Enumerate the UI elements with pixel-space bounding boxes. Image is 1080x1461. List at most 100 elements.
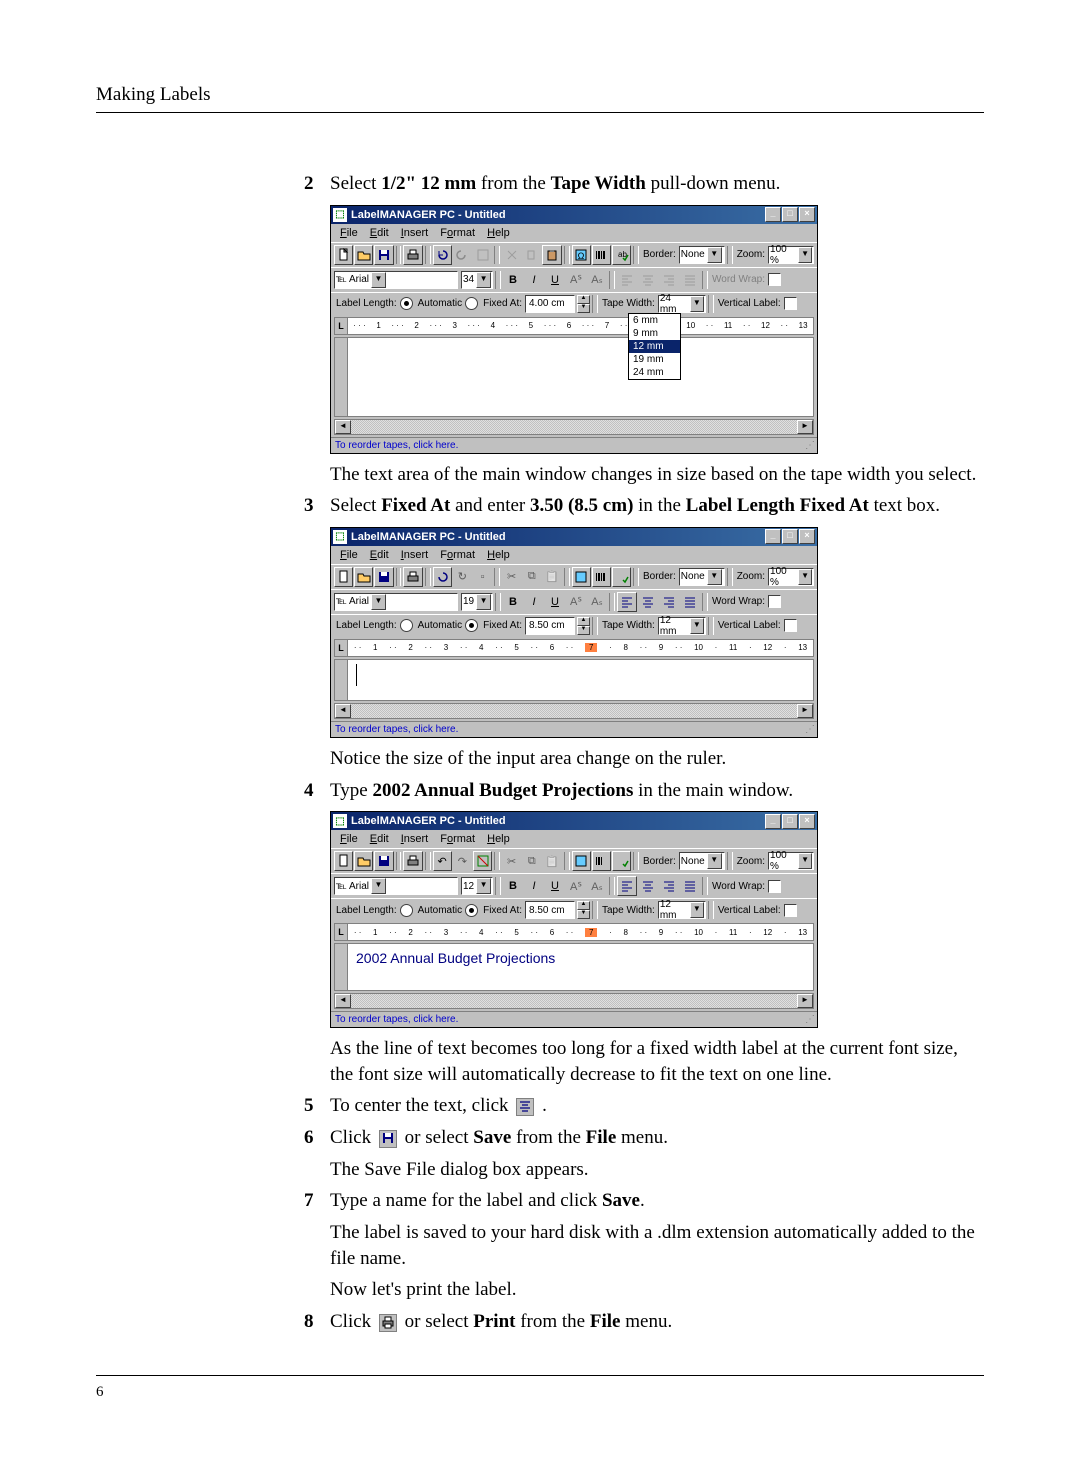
underline-button[interactable]: U <box>545 592 565 612</box>
new-icon[interactable] <box>334 245 353 265</box>
menu-file[interactable]: File <box>334 831 364 847</box>
minimize-button[interactable]: _ <box>765 814 781 829</box>
scrollbar-h[interactable]: ◄► <box>334 419 814 435</box>
border-select[interactable]: None▼ <box>679 852 725 870</box>
label-canvas[interactable]: 2002 Annual Budget Projections <box>334 943 814 991</box>
menu-help[interactable]: Help <box>481 831 516 847</box>
new-icon[interactable] <box>334 567 353 587</box>
chevron-down-icon[interactable]: ▼ <box>798 247 812 263</box>
align-left-icon[interactable] <box>617 592 637 612</box>
subscript-button[interactable]: Aₛ <box>587 592 607 612</box>
automatic-radio[interactable] <box>400 619 413 632</box>
fontsize-select[interactable]: 19▼ <box>461 593 493 611</box>
open-icon[interactable] <box>354 567 373 587</box>
minimize-button[interactable]: _ <box>765 207 781 222</box>
align-right-icon[interactable] <box>659 876 679 896</box>
italic-button[interactable]: I <box>524 592 544 612</box>
subscript-button[interactable]: Aₛ <box>587 270 607 290</box>
vertical-checkbox[interactable] <box>784 619 797 632</box>
chevron-down-icon[interactable]: ▼ <box>371 272 386 288</box>
zoom-select[interactable]: 100 %▼ <box>768 852 814 870</box>
menu-edit[interactable]: Edit <box>364 225 395 241</box>
italic-button[interactable]: I <box>524 876 544 896</box>
fixedat-spinner[interactable]: ▲▼ <box>577 295 590 313</box>
align-left-icon[interactable] <box>617 876 637 896</box>
save-icon[interactable] <box>374 245 393 265</box>
fontsize-select[interactable]: 34▼ <box>461 271 493 289</box>
scrollbar-h[interactable]: ◄► <box>334 993 814 1009</box>
new-icon[interactable] <box>334 851 353 871</box>
dropdown-option[interactable]: 19 mm <box>629 353 680 366</box>
close-button[interactable]: × <box>799 207 815 222</box>
fixedat-radio[interactable] <box>465 904 478 917</box>
border-select[interactable]: None▼ <box>679 568 725 586</box>
close-button[interactable]: × <box>799 814 815 829</box>
menu-edit[interactable]: Edit <box>364 547 395 563</box>
fontsize-select[interactable]: 12▼ <box>461 877 493 895</box>
print-icon[interactable] <box>403 567 422 587</box>
align-center-icon[interactable] <box>638 592 658 612</box>
open-icon[interactable] <box>354 851 373 871</box>
border-select[interactable]: None▼ <box>679 246 725 264</box>
close-button[interactable]: × <box>799 529 815 544</box>
save-icon[interactable] <box>374 567 393 587</box>
statusbar[interactable]: To reorder tapes, click here.⋰ <box>331 721 817 737</box>
font-select[interactable]: ℡ Arial▼ <box>334 877 458 895</box>
underline-button[interactable]: U <box>545 270 565 290</box>
align-right-icon[interactable] <box>659 592 679 612</box>
statusbar[interactable]: To reorder tapes, click here.⋰ <box>331 1011 817 1027</box>
menu-format[interactable]: Format <box>434 547 481 563</box>
menu-help[interactable]: Help <box>481 547 516 563</box>
print-icon[interactable] <box>403 851 422 871</box>
superscript-button[interactable]: Aᔆ <box>566 592 586 612</box>
menu-format[interactable]: Format <box>434 831 481 847</box>
paste-icon[interactable] <box>542 245 561 265</box>
superscript-button[interactable]: Aᔆ <box>566 876 586 896</box>
fixedat-radio[interactable] <box>465 297 478 310</box>
align-justify-icon[interactable] <box>680 876 700 896</box>
maximize-button[interactable]: □ <box>782 814 798 829</box>
symbol-icon[interactable] <box>572 851 591 871</box>
undo-icon[interactable] <box>433 245 452 265</box>
chevron-down-icon[interactable]: ▼ <box>476 272 491 288</box>
titlebar[interactable]: ⬚ LabelMANAGER PC - Untitled _ □ × <box>331 206 817 224</box>
wordwrap-checkbox[interactable] <box>768 880 781 893</box>
undo-icon[interactable]: ↶ <box>433 851 452 871</box>
underline-button[interactable]: U <box>545 876 565 896</box>
dropdown-option[interactable]: 24 mm <box>629 366 680 379</box>
tapewidth-select[interactable]: 24 mm▼ <box>658 295 706 313</box>
wordwrap-checkbox[interactable] <box>768 273 781 286</box>
tool-icon[interactable] <box>473 851 492 871</box>
align-justify-icon[interactable] <box>680 592 700 612</box>
titlebar[interactable]: ⬚ LabelMANAGER PC - Untitled _□× <box>331 812 817 830</box>
bold-button[interactable]: B <box>503 592 523 612</box>
spellcheck-icon[interactable] <box>612 567 631 587</box>
symbol-icon[interactable] <box>572 567 591 587</box>
italic-button[interactable]: I <box>524 270 544 290</box>
automatic-radio[interactable] <box>400 904 413 917</box>
bold-button[interactable]: B <box>503 270 523 290</box>
dropdown-option[interactable]: 9 mm <box>629 327 680 340</box>
scrollbar-h[interactable]: ◄► <box>334 703 814 719</box>
menu-file[interactable]: File <box>334 225 364 241</box>
spellcheck-icon[interactable]: ab <box>612 245 631 265</box>
menu-help[interactable]: Help <box>481 225 516 241</box>
menu-edit[interactable]: Edit <box>364 831 395 847</box>
menu-file[interactable]: File <box>334 547 364 563</box>
barcode-icon[interactable] <box>592 851 611 871</box>
undo-icon[interactable] <box>433 567 452 587</box>
tapewidth-select[interactable]: 12 mm▼ <box>658 617 706 635</box>
label-canvas[interactable] <box>334 659 814 701</box>
maximize-button[interactable]: □ <box>782 207 798 222</box>
font-select[interactable]: ℡ Arial▼ <box>334 593 458 611</box>
fixedat-input[interactable] <box>525 617 575 635</box>
vertical-checkbox[interactable] <box>784 904 797 917</box>
menu-insert[interactable]: Insert <box>395 831 435 847</box>
chevron-down-icon[interactable]: ▼ <box>707 247 722 263</box>
tapewidth-select[interactable]: 12 mm▼ <box>658 901 706 919</box>
menubar[interactable]: FileEditInsertFormatHelp <box>331 546 817 564</box>
fixedat-input[interactable] <box>525 295 575 313</box>
font-select[interactable]: ℡ Arial▼ <box>334 271 458 289</box>
superscript-button[interactable]: Aᔆ <box>566 270 586 290</box>
subscript-button[interactable]: Aₛ <box>587 876 607 896</box>
